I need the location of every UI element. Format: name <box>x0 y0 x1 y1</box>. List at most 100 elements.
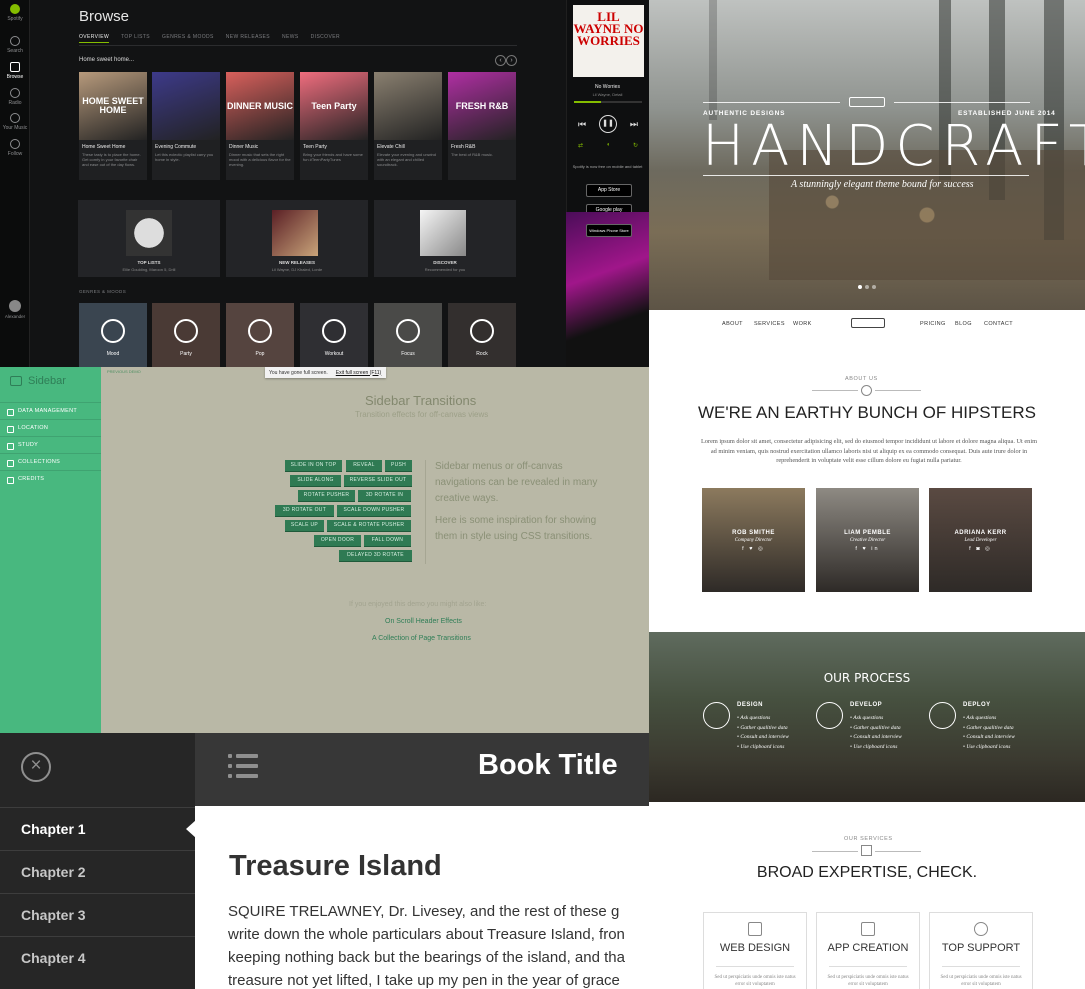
chapter-item[interactable]: Chapter 1 <box>0 807 195 850</box>
user-profile[interactable]: Alexander <box>0 300 30 319</box>
sidebar-item-location[interactable]: LOCATION <box>0 419 101 436</box>
tab-genres-moods[interactable]: GENRES & MOODS <box>162 34 214 43</box>
prev-arrow-button[interactable]: ‹ <box>495 55 506 66</box>
team-member-card[interactable]: ROB SMITHE Company Director f ♥ ◎ <box>702 488 805 592</box>
chapter-item[interactable]: Chapter 4 <box>0 936 195 979</box>
flashlight-logo-icon[interactable] <box>851 318 885 328</box>
playlist-card[interactable]: Evening Commute Let this eclectic playlis… <box>152 72 220 180</box>
playlist-card[interactable]: Teen Party Teen Party Bring your friends a… <box>300 72 368 180</box>
genre-tile[interactable]: Pop <box>226 303 294 367</box>
close-icon[interactable]: × <box>21 752 51 782</box>
transition-button[interactable]: OPEN DOOR <box>314 535 361 546</box>
playlist-card[interactable]: HOME SWEET HOME Home Sweet Home These tast… <box>79 72 147 180</box>
transition-button[interactable]: 3D ROTATE OUT <box>275 505 334 516</box>
progress-bar[interactable] <box>574 101 642 103</box>
feature-subtitle: Recommended for you <box>424 267 466 272</box>
volume-icon[interactable]: ◖ <box>606 142 610 149</box>
genre-icon <box>396 319 420 343</box>
slider-dots[interactable] <box>858 285 876 289</box>
nav-search[interactable]: Search <box>0 36 30 54</box>
team-member-card[interactable]: ADRIANA KERR Lead Developer f ◙ ◎ <box>929 488 1032 592</box>
demo-description: Here is some inspiration for showing the… <box>435 515 597 542</box>
sidebar-item-data-management[interactable]: DATA MANAGEMENT <box>0 402 101 419</box>
genre-tile[interactable]: Workout <box>300 303 368 367</box>
playlist-title: Dinner Music <box>229 144 259 150</box>
nav-services[interactable]: SERVICES <box>754 321 785 327</box>
previous-icon[interactable]: ⏮ <box>578 119 586 130</box>
team-member-card[interactable]: LIAM PEMBLE Creative Director f ♥ in <box>816 488 919 592</box>
playlist-card[interactable]: FRESH R&B Fresh R&B The best of R&B music. <box>448 72 516 180</box>
book-title: Book Title <box>478 749 618 781</box>
genre-tile[interactable]: Focus <box>374 303 442 367</box>
repeat-icon[interactable]: ↻ <box>633 142 638 149</box>
transition-button[interactable]: DELAYED 3D ROTATE <box>339 550 412 561</box>
genre-tile[interactable]: Mood <box>79 303 147 367</box>
social-icons[interactable]: f ♥ ◎ <box>702 546 805 552</box>
playlist-card[interactable]: DINNER MUSIC Dinner Music Dinner music tha… <box>226 72 294 180</box>
transition-button[interactable]: 3D ROTATE IN <box>358 490 411 501</box>
divider <box>425 460 426 564</box>
transition-button[interactable]: ROTATE PUSHER <box>298 490 355 501</box>
nav-pricing[interactable]: PRICING <box>920 321 946 327</box>
service-card[interactable]: APP CREATION Sed ut perspiciatis unde om… <box>816 912 920 989</box>
tab-top-lists[interactable]: TOP LISTS <box>121 34 150 43</box>
genre-tile[interactable]: Party <box>152 303 220 367</box>
nav-follow[interactable]: Follow <box>0 139 30 157</box>
service-card[interactable]: WEB DESIGN Sed ut perspiciatis unde omni… <box>703 912 807 989</box>
nav-browse[interactable]: Browse <box>0 62 30 80</box>
chapter-item[interactable]: Chapter 2 <box>0 850 195 893</box>
transition-button[interactable]: PUSH <box>385 460 412 471</box>
transition-button[interactable]: REVEAL <box>346 460 382 471</box>
nav-blog[interactable]: BLOG <box>955 321 972 327</box>
nav-your-music[interactable]: Your Music <box>0 113 30 131</box>
nav-work[interactable]: WORK <box>793 321 812 327</box>
tab-discover[interactable]: DISCOVER <box>311 34 340 43</box>
app-store-badge[interactable]: App Store <box>586 184 632 197</box>
social-icons[interactable]: f ♥ in <box>816 546 919 552</box>
nav-about[interactable]: ABOUT <box>722 321 743 327</box>
social-icons[interactable]: f ◙ ◎ <box>929 546 1032 552</box>
tab-overview[interactable]: OVERVIEW <box>79 34 110 43</box>
transition-button[interactable]: SLIDE ALONG <box>290 475 341 486</box>
nav-spotify[interactable]: Spotify <box>0 4 30 22</box>
transition-button[interactable]: SCALE & ROTATE PUSHER <box>327 520 411 531</box>
related-link[interactable]: A Collection of Page Transitions <box>372 635 471 642</box>
playlist-desc: These tasty is to place the home. Get co… <box>82 152 141 167</box>
transition-button[interactable]: REVERSE SLIDE OUT <box>344 475 412 486</box>
feature-new-releases[interactable]: NEW RELEASES Lil Wayne, DJ Khaled, Lorde <box>226 200 368 277</box>
team-name: LIAM PEMBLE <box>844 530 891 536</box>
previous-demo-link[interactable]: PREVIOUS DEMO <box>107 369 141 374</box>
clipboard-icon <box>703 702 730 729</box>
genre-label: Party <box>180 351 192 357</box>
feature-discover[interactable]: DISCOVER Recommended for you <box>374 200 516 277</box>
related-link[interactable]: On Scroll Header Effects <box>385 618 462 625</box>
sidebar-item-study[interactable]: STUDY <box>0 436 101 453</box>
feature-top-lists[interactable]: TOP LISTS Ellie Goulding, Maroon 5, Dril… <box>78 200 220 277</box>
sidebar-item-credits[interactable]: CREDITS <box>0 470 101 487</box>
transition-button[interactable]: SLIDE IN ON TOP <box>285 460 342 471</box>
nav-contact[interactable]: CONTACT <box>984 321 1013 327</box>
windows-store-badge[interactable]: Windows Phone Store <box>586 224 632 237</box>
transition-button[interactable]: SCALE UP <box>285 520 324 531</box>
playlist-desc: Dinner music that sets the right mood wi… <box>229 152 291 167</box>
playlist-card[interactable]: Elevate Chill Elevate your evening and un… <box>374 72 442 180</box>
next-icon[interactable]: ⏭ <box>630 119 638 130</box>
about-text: Lorem ipsum dolor sit amet, consectetur … <box>701 438 1037 464</box>
tab-new-releases[interactable]: NEW RELEASES <box>226 34 270 43</box>
tab-news[interactable]: NEWS <box>282 34 299 43</box>
team-role: Lead Developer <box>964 538 997 543</box>
next-arrow-button[interactable]: › <box>506 55 517 66</box>
menu-list-icon[interactable] <box>228 754 258 778</box>
genre-icon <box>248 319 272 343</box>
genre-tile[interactable]: Rock <box>448 303 516 367</box>
section-label: ABOUT US <box>845 376 878 382</box>
pause-button[interactable]: ❚❚ <box>599 115 617 133</box>
shuffle-icon[interactable]: ⇄ <box>578 142 583 149</box>
exit-fullscreen-link[interactable]: Exit full screen (F11) <box>336 370 381 376</box>
chapter-item[interactable]: Chapter 3 <box>0 893 195 936</box>
sidebar-item-collections[interactable]: COLLECTIONS <box>0 453 101 470</box>
transition-button[interactable]: SCALE DOWN PUSHER <box>337 505 411 516</box>
transition-button[interactable]: FALL DOWN <box>364 535 411 546</box>
nav-radio[interactable]: Radio <box>0 88 30 106</box>
service-card[interactable]: TOP SUPPORT Sed ut perspiciatis unde omn… <box>929 912 1033 989</box>
